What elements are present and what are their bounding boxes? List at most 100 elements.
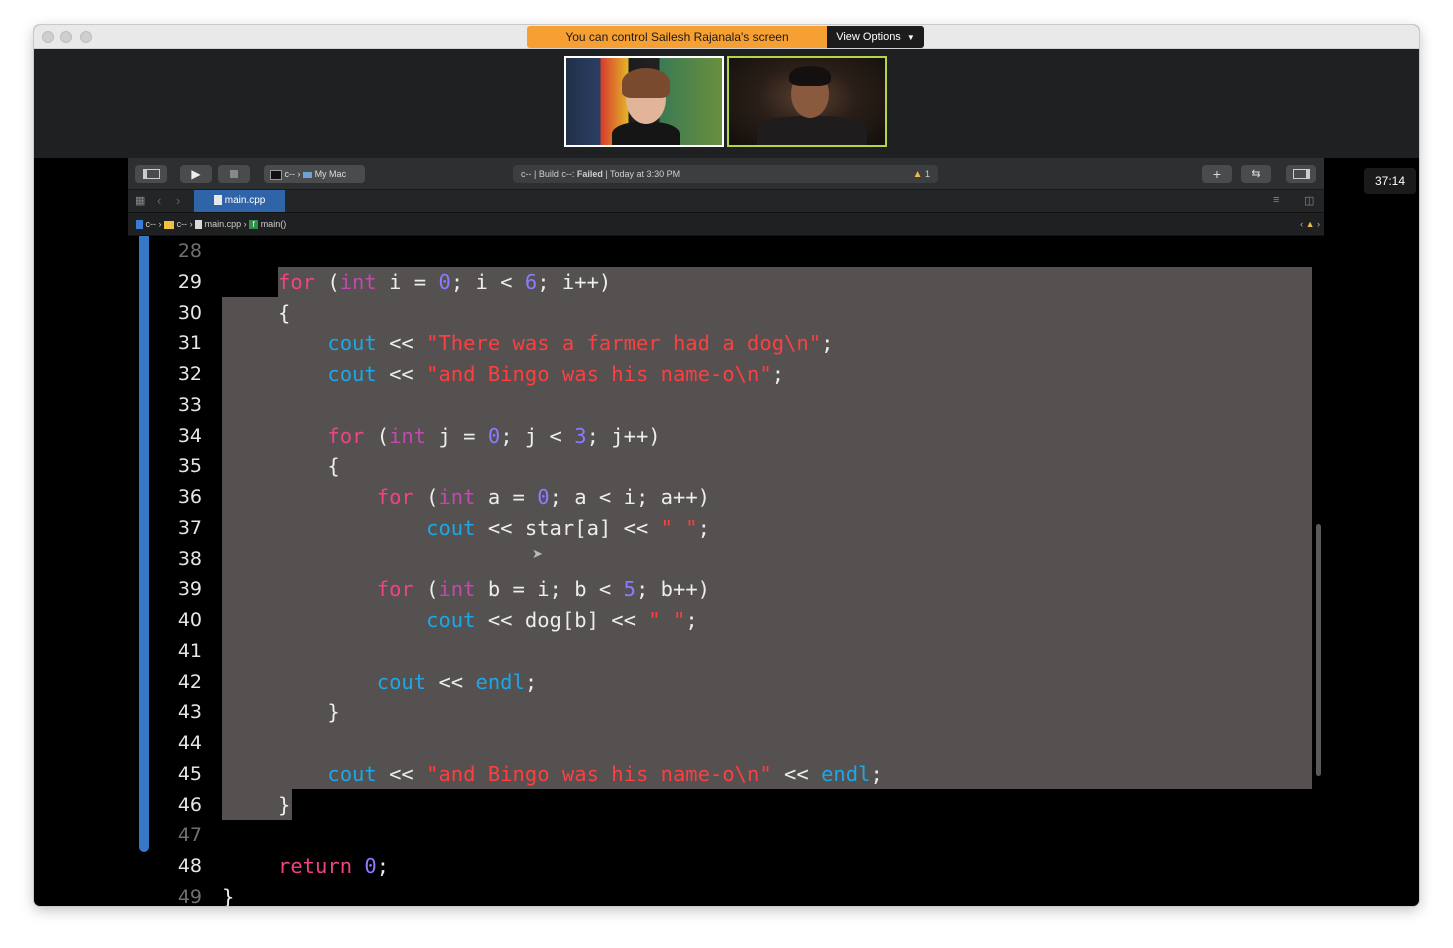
code-text: } — [222, 882, 234, 906]
code-token: ; — [376, 854, 390, 878]
code-token: 0 — [537, 485, 550, 509]
laptop-icon — [303, 171, 313, 178]
warning-count: 1 — [924, 169, 930, 179]
line-number: 31 — [177, 332, 202, 355]
title-bar: You can control Sailesh Rajanala's scree… — [34, 25, 1419, 49]
line-number: 32 — [177, 363, 202, 385]
inspector-icon — [1292, 169, 1310, 179]
line-number: 41 — [177, 639, 202, 662]
code-token: ; j < — [500, 423, 575, 448]
code-token: " " — [648, 608, 686, 632]
activity-status[interactable]: c-- | Build c--: Failed | Today at 3:30 … — [513, 165, 938, 183]
code-text: for (int a = 0; a < i; a++) — [278, 482, 710, 512]
code-token: cout — [426, 608, 476, 632]
code-text: { — [278, 298, 290, 328]
view-options-button[interactable]: View Options ▼ — [827, 26, 924, 48]
stop-button[interactable] — [218, 165, 250, 183]
forward-icon[interactable]: › — [176, 193, 180, 208]
line-number: 35 — [177, 455, 202, 478]
grid-icon[interactable]: ▦ — [135, 194, 145, 207]
code-token: int — [438, 485, 476, 509]
folder-icon — [164, 220, 175, 229]
code-token: " " — [660, 515, 698, 540]
code-token: cout — [327, 362, 377, 386]
breadcrumb-folder[interactable]: c-- — [177, 219, 188, 229]
code-editor[interactable]: 28 29 for (int i = 0; i < 6; i++) 30{31 cou… — [128, 236, 1324, 906]
editor-tab-bar: ▦ ‹ › main.cpp ≡ ◫ — [128, 190, 1324, 213]
scheme-name: c-- — [284, 169, 296, 179]
code-review-button[interactable]: ⇆ — [1241, 165, 1271, 183]
close-window-button[interactable] — [42, 31, 54, 43]
line-number: 30 — [177, 301, 202, 324]
tab-main-cpp[interactable]: main.cpp — [194, 190, 285, 212]
code-token: for — [327, 423, 365, 448]
jump-bar: c-- › c-- › main.cpp › f main() ‹ ▲ › — [128, 213, 1324, 236]
mouse-cursor-icon: ➤ — [532, 546, 543, 561]
build-status-result: Failed — [576, 169, 603, 179]
code-token: "and Bingo was his name-o\n" — [426, 761, 772, 786]
code-token: 5 — [623, 577, 636, 602]
code-token: ; — [870, 761, 883, 786]
code-token: cout — [426, 515, 476, 540]
line-number: 29 — [177, 270, 202, 293]
adjust-editor-icon[interactable]: ≡ — [1273, 194, 1279, 206]
breadcrumb-file[interactable]: main.cpp — [205, 219, 242, 229]
participant-2-hair — [789, 66, 831, 86]
code-token: cout — [327, 331, 377, 356]
code-token: ( — [413, 485, 439, 509]
zoom-window: You can control Sailesh Rajanala's scree… — [34, 25, 1419, 906]
issue-navigation[interactable]: ‹ ▲ › — [1300, 213, 1320, 235]
inspector-toggle-button[interactable] — [1286, 165, 1316, 183]
code-token: for — [376, 577, 414, 602]
participant-video-2[interactable] — [727, 56, 887, 147]
chevron-right-icon: › — [189, 219, 193, 229]
code-token: return — [278, 854, 353, 878]
code-token: << — [376, 761, 427, 786]
code-text: for (int b = i; b < 5; b++) — [278, 574, 710, 604]
participant-1-body — [612, 122, 680, 145]
navigator-toggle-button[interactable] — [135, 165, 167, 183]
code-token: ; a < i; a++) — [549, 485, 711, 509]
line-number: 42 — [177, 670, 202, 693]
breadcrumb-function[interactable]: main() — [261, 219, 287, 229]
line-number: 46 — [177, 793, 202, 816]
breadcrumb-project[interactable]: c-- — [146, 219, 157, 229]
participant-video-1[interactable] — [564, 56, 724, 147]
sidebar-icon — [142, 169, 160, 179]
scheme-selector[interactable]: c-- › My Mac — [264, 165, 365, 183]
library-button[interactable]: + — [1202, 165, 1232, 183]
minimize-window-button[interactable] — [60, 31, 72, 43]
line-number: 43 — [177, 701, 202, 724]
chevron-right-icon: › — [158, 219, 162, 229]
code-token: ; — [685, 608, 698, 632]
destination-name: My Mac — [314, 169, 347, 179]
play-icon: ▶ — [191, 167, 201, 181]
add-editor-icon[interactable]: ◫ — [1304, 194, 1314, 207]
code-token: ( — [364, 423, 390, 448]
line-number: 45 — [177, 762, 202, 785]
run-button[interactable]: ▶ — [180, 165, 212, 183]
code-token: endl — [821, 761, 871, 786]
function-icon: f — [249, 220, 259, 230]
vertical-scrollbar[interactable] — [1316, 524, 1321, 776]
code-token: } — [278, 792, 291, 817]
chevron-right-icon: › — [297, 169, 301, 179]
code-token: << — [376, 331, 427, 356]
code-text: cout << dog[b] << " "; — [278, 605, 698, 635]
code-token: "and Bingo was his name-o\n" — [426, 362, 772, 386]
code-token: int — [389, 423, 427, 448]
code-token: cout — [327, 761, 377, 786]
code-token: cout — [376, 669, 427, 694]
xcode-shared-screen: ▶ c-- › My Mac c-- | Build c--: Failed |… — [128, 158, 1324, 906]
line-number: 47 — [177, 824, 202, 847]
terminal-icon — [270, 169, 282, 180]
back-icon[interactable]: ‹ — [157, 193, 161, 208]
zoom-window-button[interactable] — [80, 31, 92, 43]
code-token: ; — [697, 515, 710, 540]
plus-icon: + — [1212, 166, 1222, 182]
warning-indicator[interactable]: ▲ 1 — [913, 165, 930, 184]
code-text: for (int i = 0; i < 6; i++) — [278, 267, 611, 297]
